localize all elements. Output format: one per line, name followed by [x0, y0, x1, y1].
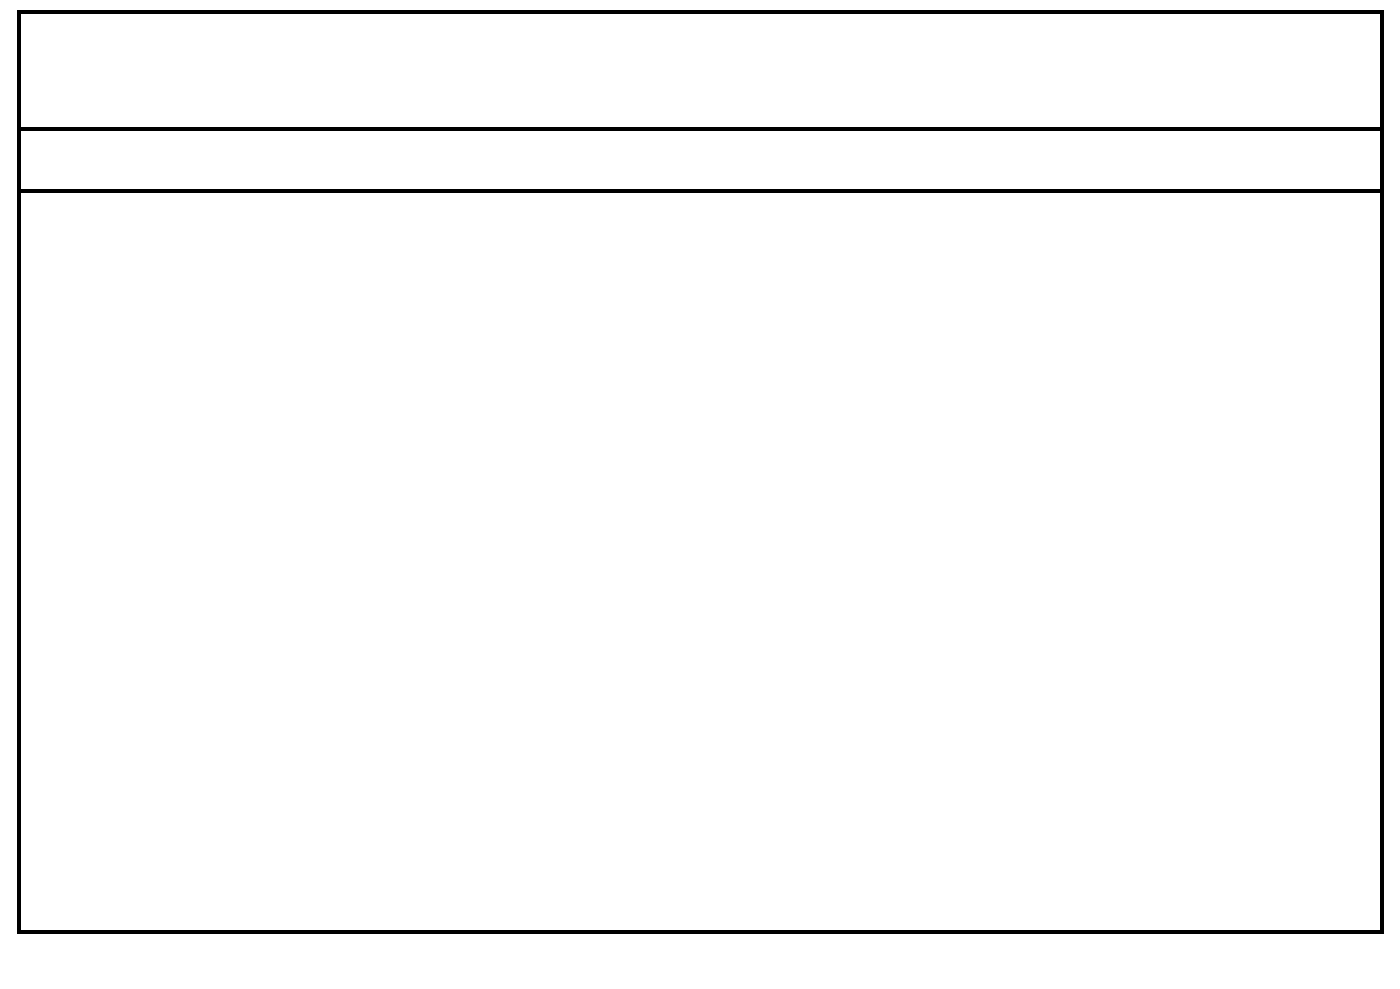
weekday-header-row	[21, 131, 1380, 193]
calendar-frame	[17, 10, 1384, 934]
website-footer	[0, 930, 1400, 980]
month-title-area	[21, 14, 1380, 131]
calendar-grid	[21, 193, 1380, 930]
